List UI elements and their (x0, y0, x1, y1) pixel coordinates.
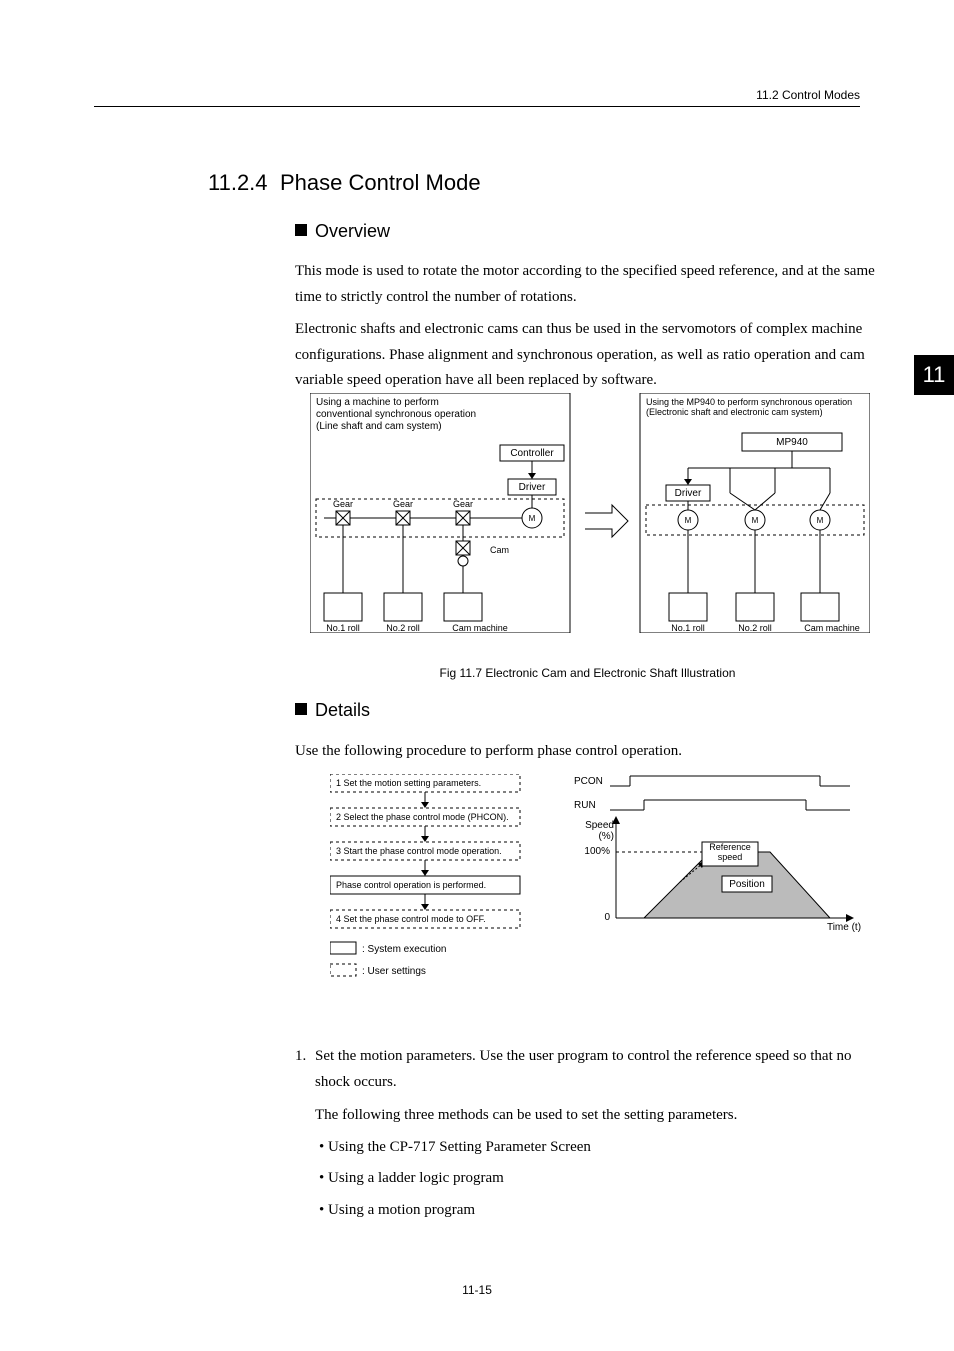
header-rule (94, 106, 860, 107)
position-label: Position (729, 879, 765, 890)
page-number: 11-15 (0, 1283, 954, 1297)
no2-roll-right: No.2 roll (738, 623, 772, 633)
time-label: Time (t) (824, 922, 864, 933)
legend-system: : System execution (362, 944, 446, 955)
zero-label: 0 (604, 912, 610, 923)
cam-label: Cam (490, 545, 509, 555)
sub-heading-overview: Overview (295, 221, 390, 242)
gear-label-3: Gear (453, 499, 473, 509)
no2-roll-left: No.2 roll (386, 623, 420, 633)
sub-heading-details: Details (295, 700, 370, 721)
details-label: Details (315, 700, 370, 720)
controller-label: Controller (510, 448, 554, 459)
no1-roll-right: No.1 roll (671, 623, 705, 633)
driver-label-left: Driver (519, 482, 546, 493)
list-number-1: 1. (295, 1044, 315, 1095)
legend-user: : User settings (362, 966, 426, 977)
reference-speed-label: Reference speed (704, 843, 756, 863)
cam-machine-right: Cam machine (804, 623, 860, 633)
bullet-3: Using a motion program (319, 1198, 880, 1224)
section-number: 11.2.4 (208, 170, 268, 196)
step5-text: 4 Set the phase control mode to OFF. (336, 914, 486, 924)
figure-11-7: Using a machine to perform conventional … (310, 393, 870, 633)
list-item-1: Set the motion parameters. Use the user … (315, 1044, 880, 1095)
hundred-label: 100% (584, 846, 610, 857)
fig-right-title: Using the MP940 to perform synchronous o… (646, 397, 864, 418)
section-title: Phase Control Mode (280, 170, 481, 196)
run-label: RUN (574, 800, 596, 811)
step1-text: 1 Set the motion setting parameters. (336, 778, 481, 788)
step2-text: 2 Select the phase control mode (PHCON). (336, 812, 509, 822)
procedure-list: 1. Set the motion parameters. Use the us… (295, 1044, 880, 1223)
bullet-1: Using the CP-717 Setting Parameter Scree… (319, 1135, 880, 1161)
mp940-label: MP940 (776, 437, 808, 448)
list-item-1-sub: The following three methods can be used … (315, 1103, 880, 1129)
square-bullet-icon (295, 703, 307, 715)
details-intro: Use the following procedure to perform p… (295, 739, 880, 765)
procedure-diagram: 1 Set the motion setting parameters. 2 S… (330, 774, 865, 1024)
arrow-right-icon (585, 505, 628, 537)
driver-label-right: Driver (675, 488, 702, 499)
square-bullet-icon (295, 224, 307, 236)
m-label-r2: M (752, 516, 759, 525)
pcon-label: PCON (574, 776, 603, 787)
paragraph-2: Electronic shafts and electronic cams ca… (295, 317, 880, 394)
no1-roll-left: No.1 roll (326, 623, 360, 633)
fig-left-title: Using a machine to perform conventional … (316, 397, 496, 433)
running-head: 11.2 Control Modes (756, 88, 860, 102)
overview-label: Overview (315, 221, 390, 241)
speed-label: Speed (%) (570, 820, 614, 842)
figure-caption: Fig 11.7 Electronic Cam and Electronic S… (295, 666, 880, 680)
chapter-tab: 11 (914, 355, 954, 395)
gear-label-2: Gear (393, 499, 413, 509)
step3-text: 3 Start the phase control mode operation… (336, 846, 502, 856)
m-label-r1: M (685, 516, 692, 525)
cam-machine-left: Cam machine (452, 623, 508, 633)
m-label-r3: M (817, 516, 824, 525)
gear-label-1: Gear (333, 499, 353, 509)
step4-text: Phase control operation is performed. (336, 880, 486, 890)
m-label-left: M (529, 514, 536, 523)
paragraph-1: This mode is used to rotate the motor ac… (295, 259, 880, 310)
bullet-2: Using a ladder logic program (319, 1166, 880, 1192)
